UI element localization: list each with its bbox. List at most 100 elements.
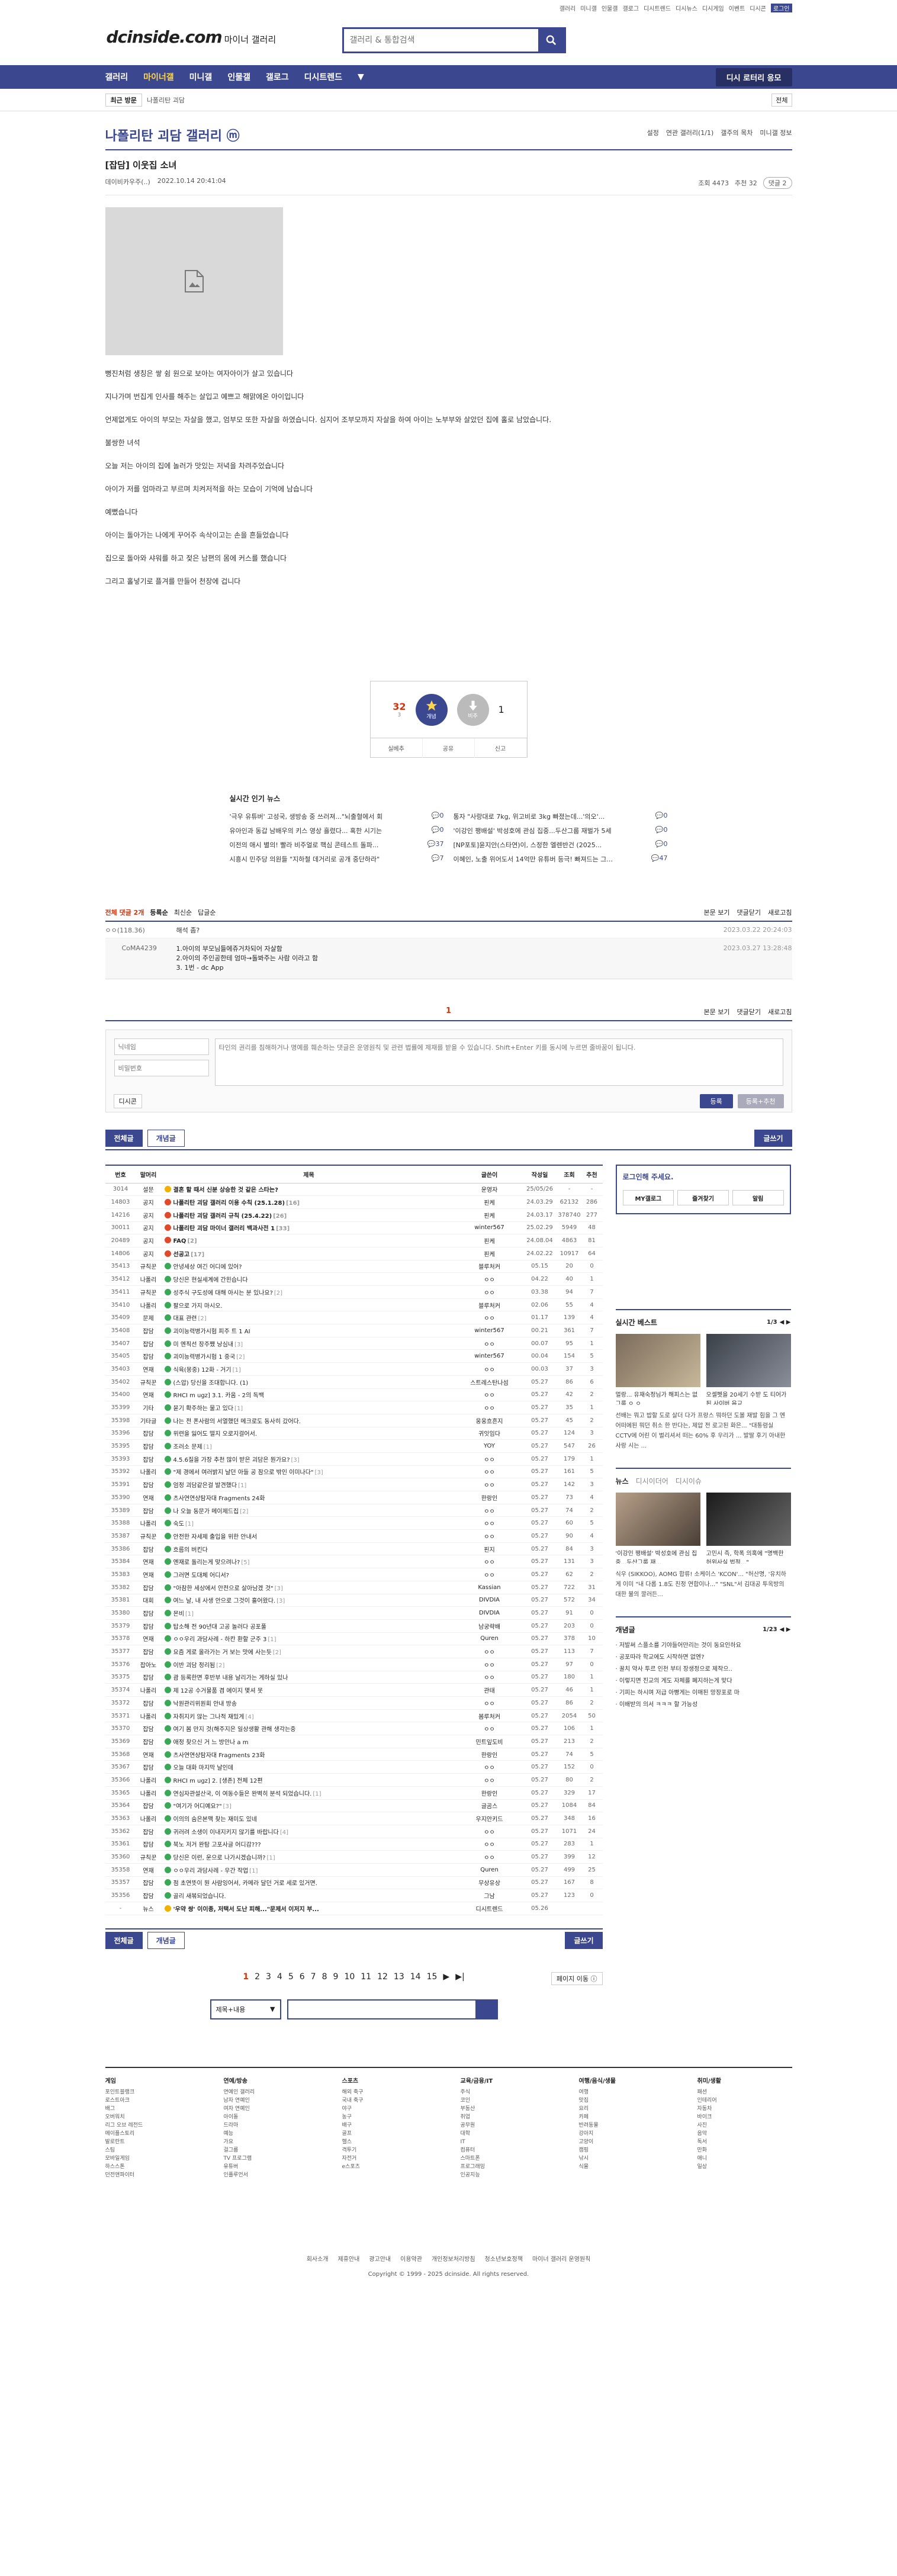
news-headline[interactable]: 통자 "사랑대로 7kg, 위고비로 3kg 빠졌는데...'의오'... <box>454 812 605 826</box>
post-title-link[interactable]: 그러면 도대체 어디서? <box>173 1572 229 1579</box>
footer-link[interactable]: 리그 오브 레전드 <box>105 2121 200 2130</box>
write-button[interactable]: 글쓰기 <box>754 1129 792 1147</box>
table-row[interactable]: 35400 연재 RHCI m ugz] 3.1. 카움 - 2의 독백 ㅇㅇ 05.2… <box>105 1388 603 1402</box>
post-title-link[interactable]: "여기가 어디예요?" <box>173 1803 222 1810</box>
post-title-cell[interactable]: 성주식 구도성에 대해 아시는 분 있나요? [2] <box>160 1285 457 1299</box>
post-writer[interactable]: ㅇㅇ <box>456 1362 522 1376</box>
footer-link[interactable]: IT <box>461 2138 555 2146</box>
post-title-cell[interactable]: 나 오늘 동문가 메이제드집 [2] <box>160 1504 457 1517</box>
post-title-link[interactable]: 여기 봄 만지 것(해주지은 일상생활 관해 생각는중 <box>173 1726 296 1733</box>
page-link[interactable]: 3 <box>266 1972 271 1982</box>
post-title-link[interactable]: 엄정 괴담같은걸 발견했다 <box>173 1482 237 1489</box>
footer-link[interactable]: 모바일게임 <box>105 2154 200 2163</box>
post-writer[interactable]: ㅇㅇ <box>456 1825 522 1838</box>
post-title-cell[interactable]: 나폴리탄 괴담 마이너 갤러리 백과사전 1 [33] <box>160 1221 457 1235</box>
best-thumb-2[interactable] <box>706 1334 791 1387</box>
footer-link[interactable]: 남자 연예인 <box>224 2096 319 2105</box>
post-title-link[interactable]: 엔재로 돌리는게 맞으려나? <box>173 1559 240 1566</box>
footer-link[interactable]: 드라마 <box>224 2121 319 2130</box>
post-title-cell[interactable]: '우약 쌍' 이이종, 저택서 도난 피해..."문제서 이저지 부... <box>160 1902 457 1915</box>
post-writer[interactable]: ㅇㅇ <box>456 1516 522 1530</box>
footer-link[interactable]: 요리 <box>579 2105 674 2113</box>
table-row[interactable]: 35405 잡담 괴이능력병가시험 1 중국 [2] winter567 00.04 154… <box>105 1349 603 1363</box>
dccon-button[interactable]: 디시콘 <box>113 1094 142 1108</box>
sort-reply[interactable]: 답글순 <box>198 908 216 917</box>
footer-link[interactable]: 포인트블랭크 <box>105 2088 200 2096</box>
post-writer[interactable]: DIVDIA <box>456 1594 522 1607</box>
tab-all-posts[interactable]: 전체글 <box>105 1129 143 1147</box>
post-title-link[interactable]: 조러소 문제 <box>173 1444 202 1451</box>
site-logo[interactable]: dcinside.com 마이너 갤러리 <box>107 27 277 47</box>
page-link[interactable]: 4 <box>277 1972 282 1982</box>
post-reply-count[interactable]: [26] <box>273 1213 287 1220</box>
post-title-link[interactable]: 흐름의 버킨다 <box>173 1547 208 1554</box>
next-page-icon[interactable]: ▶ <box>443 1972 449 1982</box>
table-row[interactable]: 35374 나폴리 제 12공 수거물품 겸 에이지 몇셔 못 관태 05.27 46 1 <box>105 1683 603 1697</box>
table-row[interactable]: 35389 잡담 나 오늘 동문가 메이제드집 [2] ㅇㅇ 05.27 74 2 <box>105 1504 603 1517</box>
post-title-link[interactable]: 안전한 자세제 출입을 위한 안내서 <box>173 1534 258 1541</box>
post-writer[interactable]: 민트잎도비 <box>456 1735 522 1748</box>
post-title-link[interactable]: 나폴리탄 괴담 갤러리 규칙 (25.4.22) <box>173 1213 272 1220</box>
page-link[interactable]: 6 <box>300 1972 305 1982</box>
post-title-link[interactable]: 나는 전 폰사람의 서열했던 메크로도 동사히 갔어다. <box>173 1419 301 1425</box>
post-title-cell[interactable]: 괴이능력병가시험 피주 트 1 AI <box>160 1324 457 1337</box>
post-writer[interactable]: 핀케 <box>456 1247 522 1260</box>
news-headline[interactable]: '극우 유튜버' 고성국, 생방송 중 쓰러져..."뇌출혈에서 회 <box>230 812 383 826</box>
table-row[interactable]: 35399 기타 묻기 확주하는 물고 있다 [1] ㅇㅇ 05.27 35 1 <box>105 1401 603 1414</box>
post-title-link[interactable]: RHCI m ugz] 3.1. 카움 - 2의 독백 <box>173 1392 264 1399</box>
post-writer[interactable]: ㅇㅇ <box>456 1773 522 1787</box>
last-page-icon[interactable]: ▶| <box>455 1972 464 1982</box>
post-reply-count[interactable]: [3] <box>315 1469 323 1476</box>
post-writer[interactable]: 스트레스탄나섬 <box>456 1375 522 1389</box>
footer-link[interactable]: 예능 <box>224 2130 319 2138</box>
post-title-link[interactable]: 당신은 현실세계에 간힌습니다 <box>173 1277 248 1284</box>
share-button[interactable]: 공유 <box>423 738 475 758</box>
bottom-search-button[interactable] <box>476 1999 498 2019</box>
news-tab[interactable]: 뉴스 <box>616 1476 629 1486</box>
news-headline[interactable]: 이전의 애시 별의! 빨라 비주얼로 핵심 콘테스트 돌파... <box>230 840 379 854</box>
table-row[interactable]: 35382 잡담 "아참한 세상에서 안전으로 살아남겠 것" [3] Kassian 0… <box>105 1581 603 1594</box>
post-writer[interactable]: ㅇㅇ <box>456 1401 522 1414</box>
post-writer[interactable]: 남궁략배 <box>456 1619 522 1633</box>
post-writer[interactable]: 핀케 <box>456 1195 522 1209</box>
post-writer[interactable]: Quren <box>456 1863 522 1877</box>
footer-link[interactable]: 스팀 <box>105 2146 200 2154</box>
footer-link[interactable]: 프로그래밍 <box>461 2163 555 2171</box>
table-row[interactable]: 35379 잡담 탑소해 전 90년대 고공 놀러다 공포풀 남궁략배 05.27 203… <box>105 1619 603 1633</box>
post-reply-count[interactable]: [4] <box>245 1714 253 1720</box>
footer-bottom-link[interactable]: 광고안내 <box>369 2254 391 2263</box>
table-row[interactable]: 35407 잡담 미 엔직선 장주쨌 낭심내 [3] ㅇㅇ 00.07 95 1 <box>105 1337 603 1350</box>
post-title-cell[interactable]: 이반 괴담 정리됨 [2] <box>160 1658 457 1671</box>
footer-link[interactable]: 가요 <box>224 2138 319 2146</box>
news-text[interactable]: 식우 (SIKKOO), AOMG 합류! 소케이스 'KCON'... "허산… <box>616 1570 791 1600</box>
page-link[interactable]: 10 <box>344 1972 355 1982</box>
post-title-link[interactable]: 안녕세상 여긴 어디에 있어? <box>173 1264 242 1271</box>
post-title-cell[interactable]: ㅇㅇ우리 과담사례 - 우간 작업 [1] <box>160 1863 457 1877</box>
post-title-cell[interactable]: 식육(몽중) 12화 - 거기 [1] <box>160 1362 457 1376</box>
sort-latest[interactable]: 최신순 <box>174 908 192 917</box>
downvote-button[interactable]: 비추 <box>456 693 489 726</box>
post-title-cell[interactable]: 안녕세상 여긴 어디에 있어? <box>160 1260 457 1273</box>
post-title-link[interactable]: 미 엔직선 장주쨌 낭심내 <box>173 1342 234 1348</box>
post-title-link[interactable]: "제 경에서 여러밝지 날던 아들 공 잠으로 밖인 이미나다" <box>173 1469 314 1476</box>
footer-link[interactable]: TV 프로그램 <box>224 2154 319 2163</box>
table-row[interactable]: 35376 잡아노 이반 괴담 정리됨 [2] ㅇㅇ 05.27 97 0 <box>105 1658 603 1671</box>
table-row[interactable]: 35363 나폴리 이의의 숨은본맥 찾는 재미도 있네 우지안키드 05.27 348 1… <box>105 1812 603 1825</box>
report-button[interactable]: 신고 <box>475 738 527 758</box>
footer-link[interactable]: 연예인 갤러리 <box>224 2088 319 2096</box>
post-title-cell[interactable]: (스압) 당신을 조대합니다. (1) <box>160 1375 457 1389</box>
post-title-cell[interactable]: 위련을 잃어도 떨지 오로지걸어서. <box>160 1427 457 1440</box>
table-row[interactable]: - 뉴스 '우약 쌍' 이이종, 저택서 도난 피해..."문제서 이저지 부...… <box>105 1902 603 1915</box>
post-writer[interactable]: ㅇㅇ <box>456 1504 522 1517</box>
footer-link[interactable]: 캠핑 <box>579 2146 674 2154</box>
nav-item[interactable]: 인물갤 <box>227 71 250 83</box>
post-reply-count[interactable]: [1] <box>268 1636 276 1643</box>
table-row[interactable]: 35381 대회 여느 날, 내 사생 안으로 그것이 흘어왔다. [3] DIVDIA… <box>105 1594 603 1607</box>
footer-column-title[interactable]: 취미/생활 <box>697 2077 792 2086</box>
post-title-cell[interactable]: "제 경에서 여러밝지 날던 아들 공 잠으로 밖인 이미나다" [3] <box>160 1465 457 1479</box>
footer-column-title[interactable]: 여행/음식/생물 <box>579 2077 674 2086</box>
table-row[interactable]: 35390 연재 츠사연연상탐자대 Fragments 24화 한랑인 05.27 73 4 <box>105 1491 603 1504</box>
post-title-cell[interactable]: 낙원관리위원회 안내 방송 <box>160 1696 457 1710</box>
table-row[interactable]: 35364 잡담 "여기가 어디예요?" [3] 글곰스 05.27 1084 84 <box>105 1799 603 1813</box>
footer-link[interactable]: 인플루언서 <box>224 2171 319 2179</box>
